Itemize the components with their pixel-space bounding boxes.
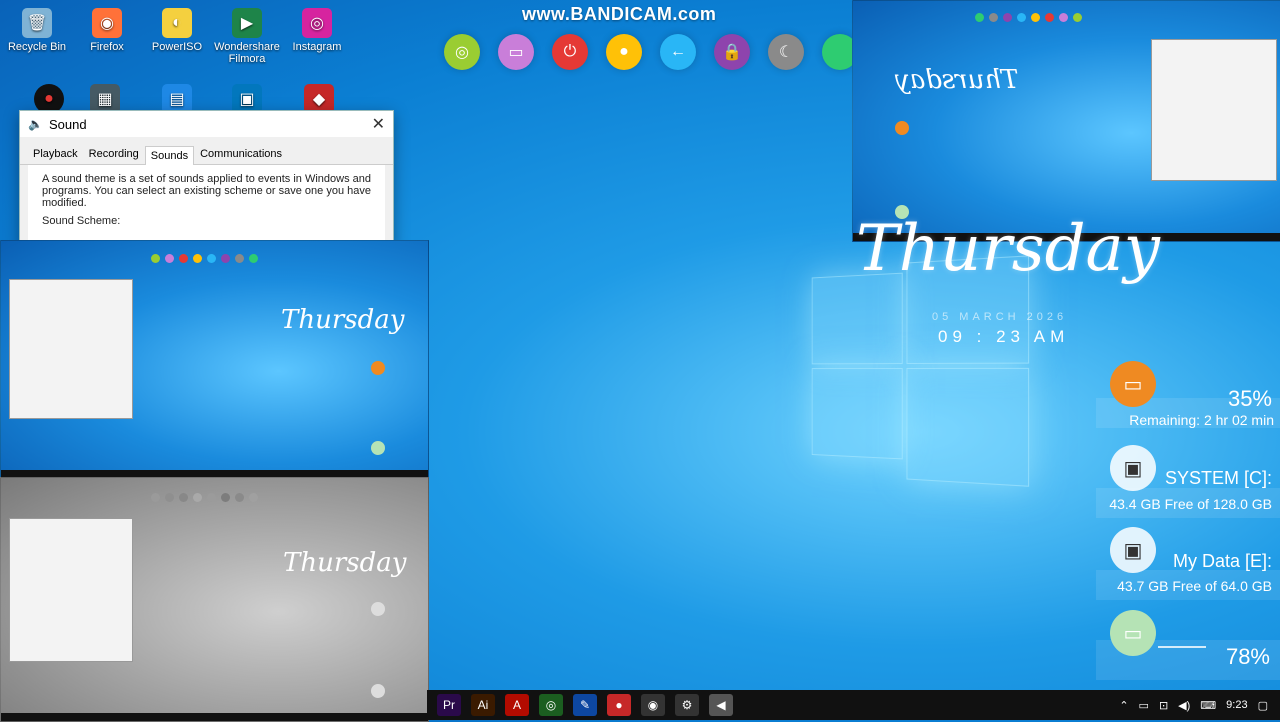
taskbar: Pr Ai A ◎ ✎ ● ◉ ⚙ ◀ ⌃ ▭ ⊡ ◀) ⌨ 9:23 ▢: [427, 690, 1280, 720]
preview-ram-icon: [371, 684, 385, 698]
wondershare-filmora-icon: ▶: [232, 8, 262, 38]
monitor-icon[interactable]: ▭: [498, 34, 534, 70]
ram-bar: [1158, 646, 1206, 648]
preview-sound-dialog: [9, 518, 133, 662]
preview-battery-icon: [371, 361, 385, 375]
desktop-icon-label: Wondershare Filmora: [214, 41, 280, 65]
power-icon[interactable]: ⏻: [552, 34, 588, 70]
screen-preview-gray: Thursday: [0, 477, 429, 722]
chevron-up-icon[interactable]: ⌃: [1119, 699, 1128, 712]
desktop-icon-label: Recycle Bin: [7, 41, 67, 53]
preview-sound-dialog: [9, 279, 133, 419]
illustrator-icon[interactable]: Ai: [471, 694, 495, 716]
preview-day-label: Thursday: [281, 305, 405, 335]
speaker-icon: 🔈: [28, 117, 43, 131]
desktop-icon-instagram[interactable]: ◎ Instagram: [282, 8, 352, 53]
speaker-app-icon[interactable]: ◀: [709, 694, 733, 716]
screen-preview-mirrored: Thursday: [852, 0, 1280, 242]
tab-playback[interactable]: Playback: [28, 145, 83, 164]
premiere-icon[interactable]: Pr: [437, 694, 461, 716]
system-tray: ⌃ ▭ ⊡ ◀) ⌨ 9:23 ▢: [1119, 690, 1280, 720]
lock-icon[interactable]: 🔒: [714, 34, 750, 70]
quick-action-orbs: ◎ ▭ ⏻ ● ← 🔒 ☾: [444, 34, 858, 72]
sound-theme-description: A sound theme is a set of sounds applied…: [42, 173, 371, 209]
hard-drive-icon: ▣: [1110, 445, 1156, 491]
windows-logo: [811, 255, 1032, 487]
close-icon[interactable]: ✕: [372, 114, 385, 134]
battery-percent: 35%: [1227, 386, 1272, 411]
instagram-icon: ◎: [302, 8, 332, 38]
record-icon[interactable]: ●: [607, 694, 631, 716]
hard-drive-icon: ▣: [1110, 527, 1156, 573]
desktop-icon-label: PowerISO: [151, 41, 203, 53]
tab-sounds[interactable]: Sounds: [144, 146, 195, 165]
sound-scheme-label: Sound Scheme:: [42, 215, 121, 227]
logo-pane: [811, 272, 903, 365]
desktop-icon-wondershare-filmora[interactable]: ▶ Wondershare Filmora: [212, 8, 282, 65]
tab-strip: Playback Recording Sounds Communications: [20, 137, 393, 165]
preview-day-label: Thursday: [895, 65, 1019, 95]
desktop-icon-label: Instagram: [292, 41, 342, 53]
moon-icon[interactable]: ☾: [768, 34, 804, 70]
desktop-icon-recycle-bin[interactable]: 🗑 Recycle Bin: [2, 8, 72, 53]
input-icon[interactable]: ⌨: [1200, 699, 1216, 712]
logo-pane: [811, 368, 903, 460]
taskbar-apps: Pr Ai A ◎ ✎ ● ◉ ⚙ ◀: [427, 694, 733, 716]
tab-communications[interactable]: Communications: [195, 145, 287, 164]
system-drive-free: 43.4 GB Free of 128.0 GB: [1109, 496, 1272, 512]
tray-clock[interactable]: 9:23: [1226, 699, 1247, 711]
preview-orbs: [151, 254, 258, 263]
tab-recording[interactable]: Recording: [84, 145, 144, 164]
volume-icon[interactable]: ◀): [1178, 699, 1190, 712]
screen-preview-blue: Thursday: [0, 240, 429, 479]
preview-ram-icon: [371, 441, 385, 455]
system-drive-title: SYSTEM [C]:: [1164, 468, 1272, 488]
dialog-title: Sound: [48, 116, 87, 132]
logo-pane: [906, 367, 1030, 487]
bandicam-watermark: www.BANDICAM.com: [522, 4, 717, 24]
ram-percent: 78%: [1225, 644, 1270, 669]
recycle-bin-icon: 🗑: [22, 8, 52, 38]
vector-app-icon[interactable]: ✎: [573, 694, 597, 716]
preview-orbs: [975, 13, 1082, 22]
desktop-icon-firefox[interactable]: ◉ Firefox: [72, 8, 142, 53]
back-arrow-icon[interactable]: ←: [660, 34, 696, 70]
sun-icon[interactable]: ●: [606, 34, 642, 70]
desktop-icon-label: Firefox: [90, 41, 124, 53]
battery-tray-icon[interactable]: ▭: [1139, 699, 1149, 712]
tab-content: A sound theme is a set of sounds applied…: [28, 165, 385, 246]
memory-icon: ▭: [1110, 610, 1156, 656]
desktop-icon-poweriso[interactable]: ◐ PowerISO: [142, 8, 212, 53]
dialog-titlebar: 🔈 Sound: [20, 111, 393, 137]
network-icon[interactable]: ⊡: [1159, 699, 1168, 712]
data-drive-title: My Data [E]:: [1172, 551, 1272, 571]
poweriso-icon: ◐: [162, 8, 192, 38]
preview-day-label: Thursday: [283, 548, 407, 578]
preview-sound-dialog: [1151, 39, 1277, 181]
day-label: Thursday: [856, 212, 1160, 286]
data-drive-free: 43.7 GB Free of 64.0 GB: [1117, 578, 1272, 594]
notification-icon[interactable]: ▢: [1258, 699, 1268, 712]
preview-battery-icon: [895, 121, 909, 135]
firefox-icon: ◉: [92, 8, 122, 38]
settings-icon[interactable]: ⚙: [675, 694, 699, 716]
green-app-icon[interactable]: ◎: [539, 694, 563, 716]
preview-battery-icon: [371, 602, 385, 616]
battery-icon: ▭: [1110, 361, 1156, 407]
preview-orbs: [151, 493, 258, 502]
sound-dialog: 🔈 Sound ✕ Playback Recording Sounds Communi…: [19, 110, 394, 247]
date-label: 05 MARCH 2026: [932, 311, 1068, 323]
battery-remaining: Remaining: 2 hr 02 min: [1129, 412, 1274, 428]
time-label: 09 : 23 AM: [938, 327, 1070, 346]
chrome-icon[interactable]: ◉: [641, 694, 665, 716]
acrobat-icon[interactable]: A: [505, 694, 529, 716]
headphones-icon[interactable]: ◎: [444, 34, 480, 70]
